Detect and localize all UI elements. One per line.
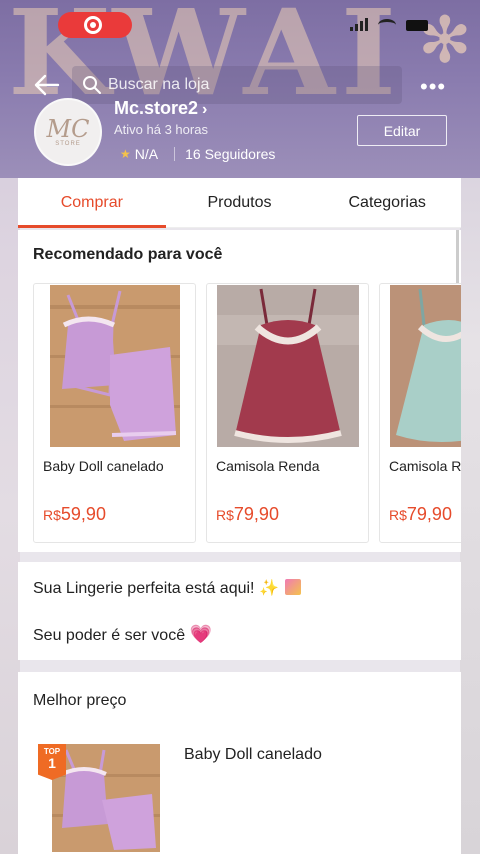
tab-categorias[interactable]: Categorias [313, 178, 461, 227]
store-tabs: Comprar Produtos Categorias [18, 178, 461, 228]
store-stats: ★ N/A 16 Seguidores [120, 146, 275, 162]
signal-icon [350, 18, 368, 31]
chevron-right-icon: › [202, 101, 208, 118]
product-image [390, 285, 461, 447]
price-value: 79,90 [406, 504, 452, 524]
avatar-logo: MC [46, 115, 90, 143]
product-name: Camisola Renda [216, 458, 320, 474]
price-currency: R$ [216, 507, 234, 523]
tab-produtos[interactable]: Produtos [166, 178, 314, 227]
search-icon [83, 76, 101, 94]
store-rating: N/A [134, 146, 159, 162]
search-placeholder: Buscar na loja [108, 76, 210, 93]
tab-comprar[interactable]: Comprar [18, 178, 166, 228]
product-card[interactable]: Baby Doll canelado R$59,90 [33, 283, 196, 543]
avatar-sublabel: STORE [55, 141, 81, 147]
recommended-title: Recomendado para você [33, 246, 223, 263]
top-rank-badge: TOP 1 [38, 744, 66, 780]
product-image [50, 285, 180, 447]
shopping-bag-icon [285, 579, 302, 595]
best-price-section: Melhor preço TOP 1 Baby Doll canelado [18, 672, 461, 854]
recording-indicator[interactable] [58, 12, 132, 38]
product-image[interactable] [52, 744, 160, 852]
product-price: R$79,90 [216, 504, 279, 525]
product-image [217, 285, 359, 447]
record-icon [84, 16, 102, 34]
status-icons [350, 18, 428, 31]
price-currency: R$ [43, 507, 61, 523]
star-icon: ★ [120, 147, 131, 161]
store-followers[interactable]: 16 Seguidores [185, 146, 275, 162]
description-text: Seu poder é ser você [33, 627, 186, 644]
best-price-title: Melhor preço [33, 692, 127, 709]
product-price: R$79,90 [389, 504, 452, 525]
product-card[interactable]: Camisola Renda R$79,90 [206, 283, 369, 543]
sparkles-icon: ✨ [258, 580, 279, 597]
price-value: 79,90 [233, 504, 279, 524]
battery-icon [406, 20, 428, 31]
store-description: Sua Lingerie perfeita está aqui! ✨ Seu p… [18, 562, 461, 660]
wifi-icon [378, 19, 396, 31]
heart-icon: 💗 [189, 624, 212, 644]
product-name: Baby Doll canelado [43, 458, 164, 474]
product-name: Camisola Renda [389, 458, 461, 474]
store-name-text: Mc.store2 [114, 98, 199, 118]
store-name[interactable]: Mc.store2 › [114, 98, 207, 119]
store-avatar[interactable]: MC STORE [34, 98, 102, 166]
divider [174, 147, 176, 161]
product-name[interactable]: Baby Doll canelado [184, 746, 322, 764]
description-line: Sua Lingerie perfeita está aqui! ✨ [33, 578, 302, 598]
badge-number: 1 [48, 755, 56, 771]
description-line: Seu poder é ser você 💗 [33, 624, 212, 645]
product-price: R$59,90 [43, 504, 106, 525]
recommended-section: Recomendado para você Baby Doll canelado… [18, 230, 461, 552]
product-card[interactable]: Camisola Renda R$79,90 [379, 283, 461, 543]
more-options-icon[interactable]: ••• [420, 76, 446, 98]
store-active-status: Ativo há 3 horas [114, 122, 208, 137]
price-value: 59,90 [60, 504, 106, 524]
store-header: KWAI ✻ Buscar na loja ••• MC STORE Mc.st… [0, 0, 480, 178]
description-text: Sua Lingerie perfeita está aqui! [33, 580, 255, 597]
scrollbar[interactable] [456, 230, 459, 290]
edit-button[interactable]: Editar [357, 115, 447, 146]
price-currency: R$ [389, 507, 407, 523]
back-arrow-icon[interactable] [34, 72, 60, 98]
